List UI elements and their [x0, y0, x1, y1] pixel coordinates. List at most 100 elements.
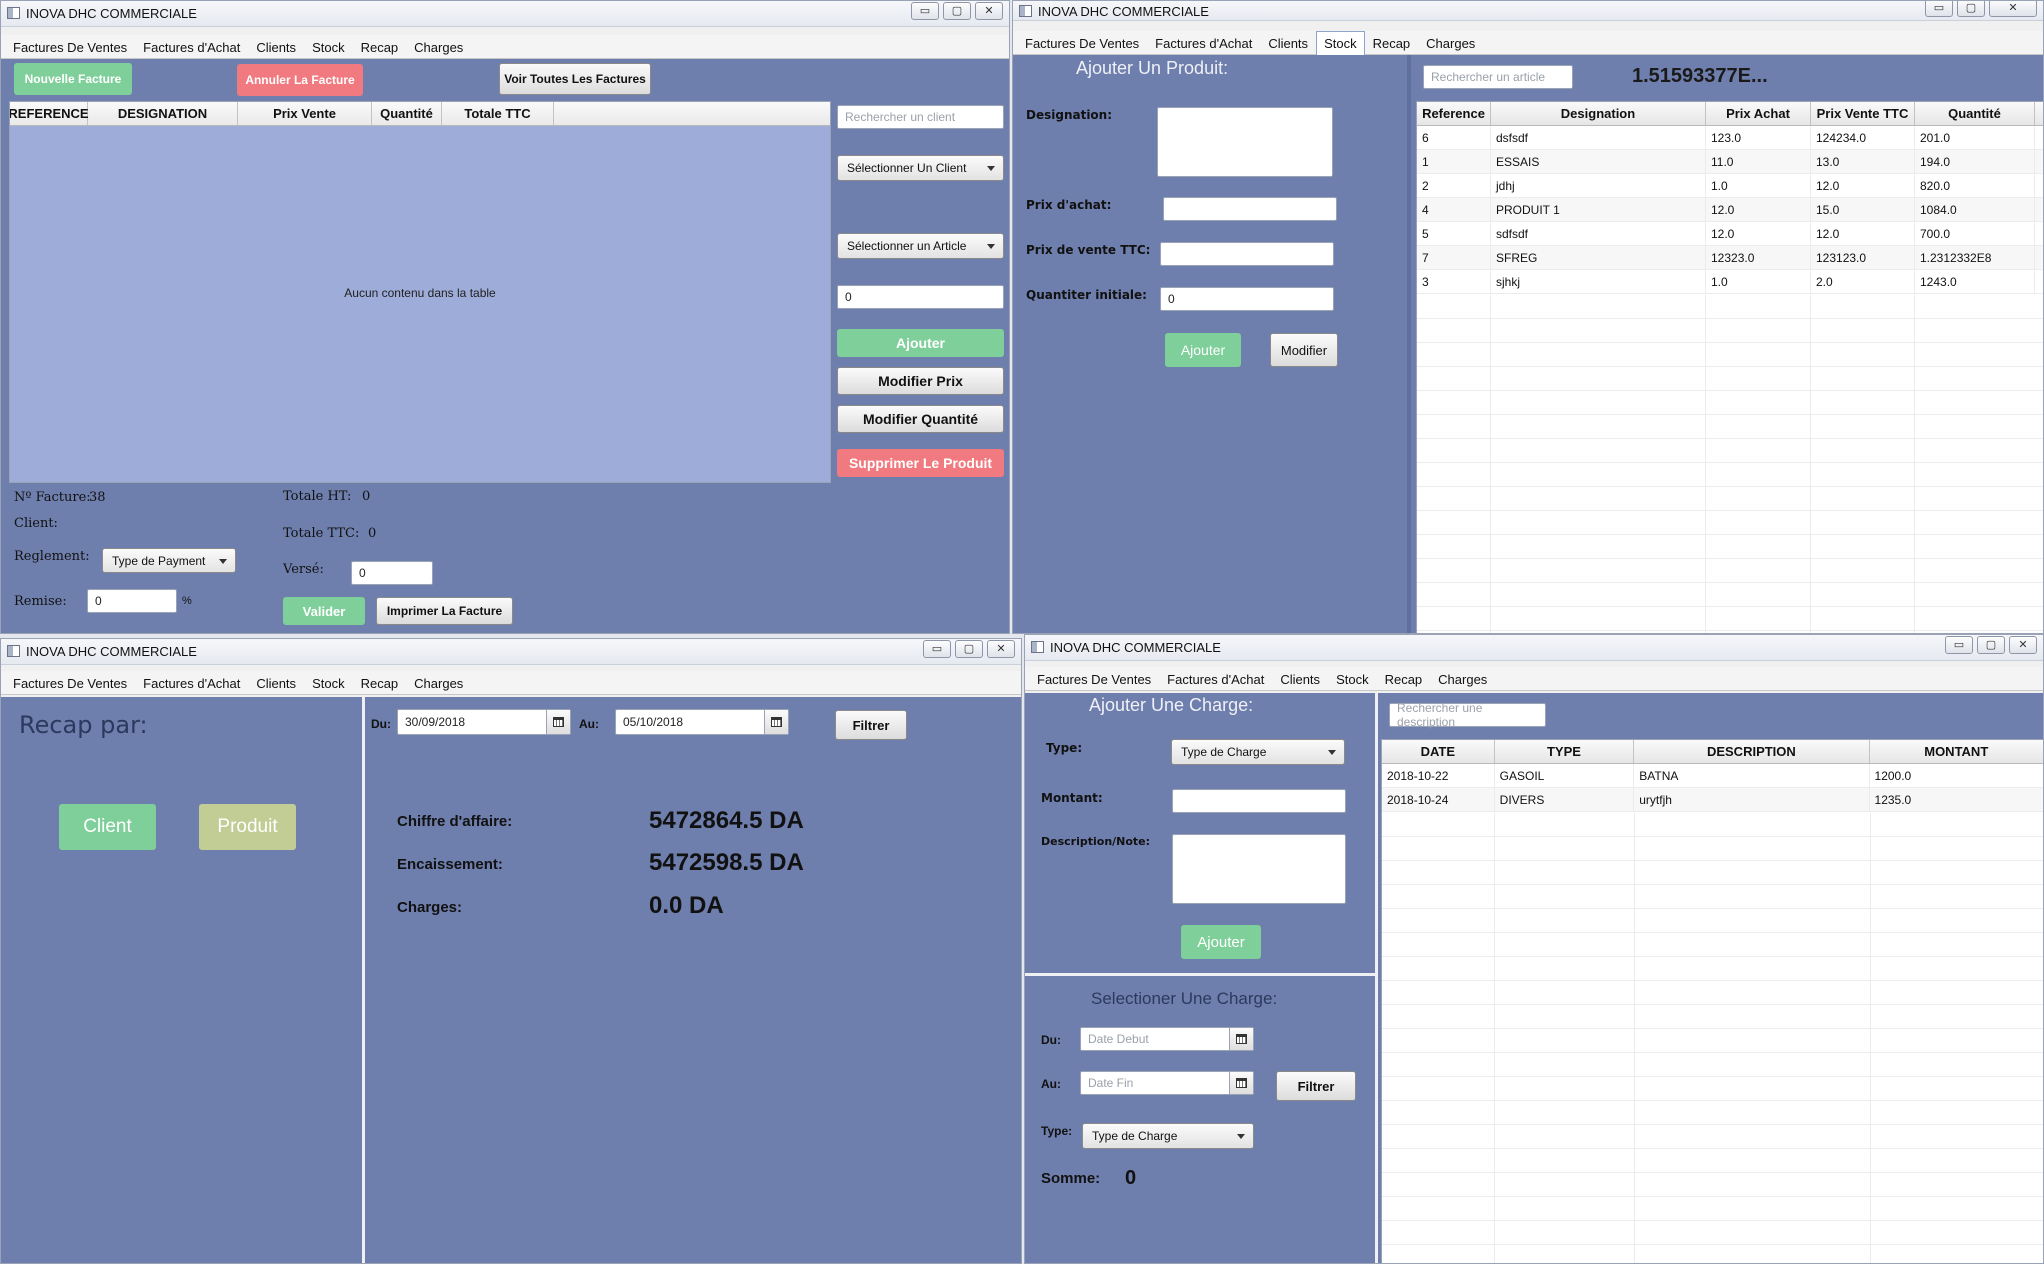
tab-stock[interactable]: Stock [304, 671, 353, 695]
supprimer-produit-button[interactable]: Supprimer Le Produit [837, 449, 1004, 477]
calendar-icon[interactable] [764, 710, 788, 734]
charges-filtrer-button[interactable]: Filtrer [1276, 1071, 1356, 1101]
close-icon[interactable]: ✕ [2009, 636, 2037, 654]
close-icon[interactable]: ✕ [1989, 1, 2037, 17]
column-header-designation[interactable]: DESIGNATION [88, 102, 238, 125]
maximize-icon[interactable]: ▢ [1977, 636, 2005, 654]
prix-achat-input[interactable] [1163, 197, 1337, 221]
facture-lines-table[interactable]: REFERENCE DESIGNATION Prix Vente Quantit… [9, 101, 831, 483]
remise-input[interactable]: 0 [87, 589, 177, 613]
montant-input[interactable] [1172, 789, 1346, 813]
date-fin-picker[interactable]: Date Fin [1080, 1071, 1254, 1095]
select-client-dropdown[interactable]: Sélectionner Un Client [837, 155, 1004, 181]
tab-factures-achat[interactable]: Factures d'Achat [1159, 667, 1272, 691]
tab-recap[interactable]: Recap [1365, 31, 1419, 55]
table-row[interactable]: 5 sdfsdf 12.0 12.0 700.0 [1417, 222, 2043, 246]
quantity-input[interactable]: 0 [837, 285, 1004, 309]
prix-vente-input[interactable] [1160, 242, 1334, 266]
column-header-prix-vente[interactable]: Prix Vente [238, 102, 372, 125]
tab-clients[interactable]: Clients [248, 35, 304, 59]
search-description-input[interactable]: Rechercher une description [1389, 701, 1546, 729]
ajouter-ligne-button[interactable]: Ajouter [837, 329, 1004, 357]
table-row[interactable]: 6 dsfsdf 123.0 124234.0 201.0 [1417, 126, 2043, 150]
tab-clients[interactable]: Clients [1260, 31, 1316, 55]
ajouter-produit-button[interactable]: Ajouter [1165, 333, 1241, 367]
column-header-quantite[interactable]: Quantité [372, 102, 442, 125]
ajouter-charge-button[interactable]: Ajouter [1181, 925, 1261, 959]
column-header-reference[interactable]: REFERENCE [10, 102, 89, 125]
nouvelle-facture-button[interactable]: Nouvelle Facture [14, 63, 132, 95]
column-header-montant[interactable]: MONTANT [1870, 740, 2043, 763]
imprimer-facture-button[interactable]: Imprimer La Facture [376, 597, 513, 625]
calendar-icon[interactable] [546, 710, 570, 734]
column-header-designation[interactable]: Designation [1491, 102, 1706, 125]
column-header-totale-ttc[interactable]: Totale TTC [442, 102, 554, 125]
column-header-date[interactable]: DATE [1382, 740, 1495, 763]
type-payment-dropdown[interactable]: Type de Payment [102, 548, 236, 573]
table-row[interactable]: 2 jdhj 1.0 12.0 820.0 [1417, 174, 2043, 198]
tab-factures-ventes[interactable]: Factures De Ventes [5, 671, 135, 695]
close-icon[interactable]: ✕ [975, 2, 1003, 20]
annuler-facture-button[interactable]: Annuler La Facture [237, 64, 363, 96]
column-header-quantite[interactable]: Quantité [1915, 102, 2035, 125]
maximize-icon[interactable]: ▢ [943, 2, 971, 20]
tab-factures-achat[interactable]: Factures d'Achat [1147, 31, 1260, 55]
modifier-quantite-button[interactable]: Modifier Quantité [837, 405, 1004, 433]
calendar-icon[interactable] [1229, 1072, 1253, 1094]
tab-clients[interactable]: Clients [1272, 667, 1328, 691]
table-row[interactable]: 2018-10-22 GASOIL BATNA 1200.0 [1382, 764, 2043, 788]
minimize-icon[interactable]: ▭ [923, 640, 951, 658]
table-row[interactable]: 3 sjhkj 1.0 2.0 1243.0 [1417, 270, 2043, 294]
tab-clients[interactable]: Clients [248, 671, 304, 695]
designation-textarea[interactable] [1157, 107, 1333, 177]
table-row[interactable]: 1 ESSAIS 11.0 13.0 194.0 [1417, 150, 2043, 174]
type-charge-filter-dropdown[interactable]: Type de Charge [1082, 1123, 1254, 1149]
maximize-icon[interactable]: ▢ [955, 640, 983, 658]
tab-stock[interactable]: Stock [1316, 31, 1365, 55]
recap-produit-button[interactable]: Produit [199, 804, 296, 850]
date-au-picker[interactable]: 05/10/2018 [615, 709, 789, 735]
search-article-input[interactable]: Rechercher un article [1423, 65, 1573, 89]
valider-button[interactable]: Valider [283, 597, 365, 625]
description-textarea[interactable] [1172, 834, 1346, 904]
select-article-dropdown[interactable]: Sélectionner un Article [837, 233, 1004, 259]
minimize-icon[interactable]: ▭ [911, 2, 939, 20]
recap-client-button[interactable]: Client [59, 804, 156, 850]
type-charge-dropdown[interactable]: Type de Charge [1171, 739, 1345, 765]
tab-charges[interactable]: Charges [406, 35, 471, 59]
recap-filtrer-button[interactable]: Filtrer [835, 710, 907, 740]
modifier-prix-button[interactable]: Modifier Prix [837, 367, 1004, 395]
column-header-type[interactable]: TYPE [1495, 740, 1635, 763]
column-header-prix-achat[interactable]: Prix Achat [1706, 102, 1811, 125]
voir-factures-button[interactable]: Voir Toutes Les Factures [499, 63, 651, 95]
column-header-description[interactable]: DESCRIPTION [1634, 740, 1870, 763]
modifier-produit-button[interactable]: Modifier [1270, 333, 1338, 367]
tab-stock[interactable]: Stock [1328, 667, 1377, 691]
maximize-icon[interactable]: ▢ [1957, 1, 1985, 17]
tab-factures-ventes[interactable]: Factures De Ventes [1017, 31, 1147, 55]
date-debut-picker[interactable]: Date Debut [1080, 1027, 1254, 1051]
tab-factures-ventes[interactable]: Factures De Ventes [1029, 667, 1159, 691]
tab-charges[interactable]: Charges [406, 671, 471, 695]
table-row[interactable]: 4 PRODUIT 1 12.0 15.0 1084.0 [1417, 198, 2043, 222]
tab-recap[interactable]: Recap [353, 671, 407, 695]
tab-charges[interactable]: Charges [1418, 31, 1483, 55]
calendar-icon[interactable] [1229, 1028, 1253, 1050]
tab-recap[interactable]: Recap [353, 35, 407, 59]
stock-table[interactable]: Reference Designation Prix Achat Prix Ve… [1416, 101, 2043, 633]
column-header-reference[interactable]: Reference [1417, 102, 1491, 125]
charges-table[interactable]: DATE TYPE DESCRIPTION MONTANT 2018-10-22… [1381, 739, 2043, 1263]
tab-factures-achat[interactable]: Factures d'Achat [135, 671, 248, 695]
date-du-picker[interactable]: 30/09/2018 [397, 709, 571, 735]
minimize-icon[interactable]: ▭ [1945, 636, 1973, 654]
tab-recap[interactable]: Recap [1377, 667, 1431, 691]
tab-factures-achat[interactable]: Factures d'Achat [135, 35, 248, 59]
close-icon[interactable]: ✕ [987, 640, 1015, 658]
verse-input[interactable]: 0 [351, 561, 433, 585]
minimize-icon[interactable]: ▭ [1925, 1, 1953, 17]
tab-factures-ventes[interactable]: Factures De Ventes [5, 35, 135, 59]
quantite-initiale-input[interactable]: 0 [1160, 287, 1334, 311]
column-header-prix-vente-ttc[interactable]: Prix Vente TTC [1811, 102, 1915, 125]
search-client-input[interactable]: Rechercher un client [837, 105, 1004, 129]
tab-stock[interactable]: Stock [304, 35, 353, 59]
